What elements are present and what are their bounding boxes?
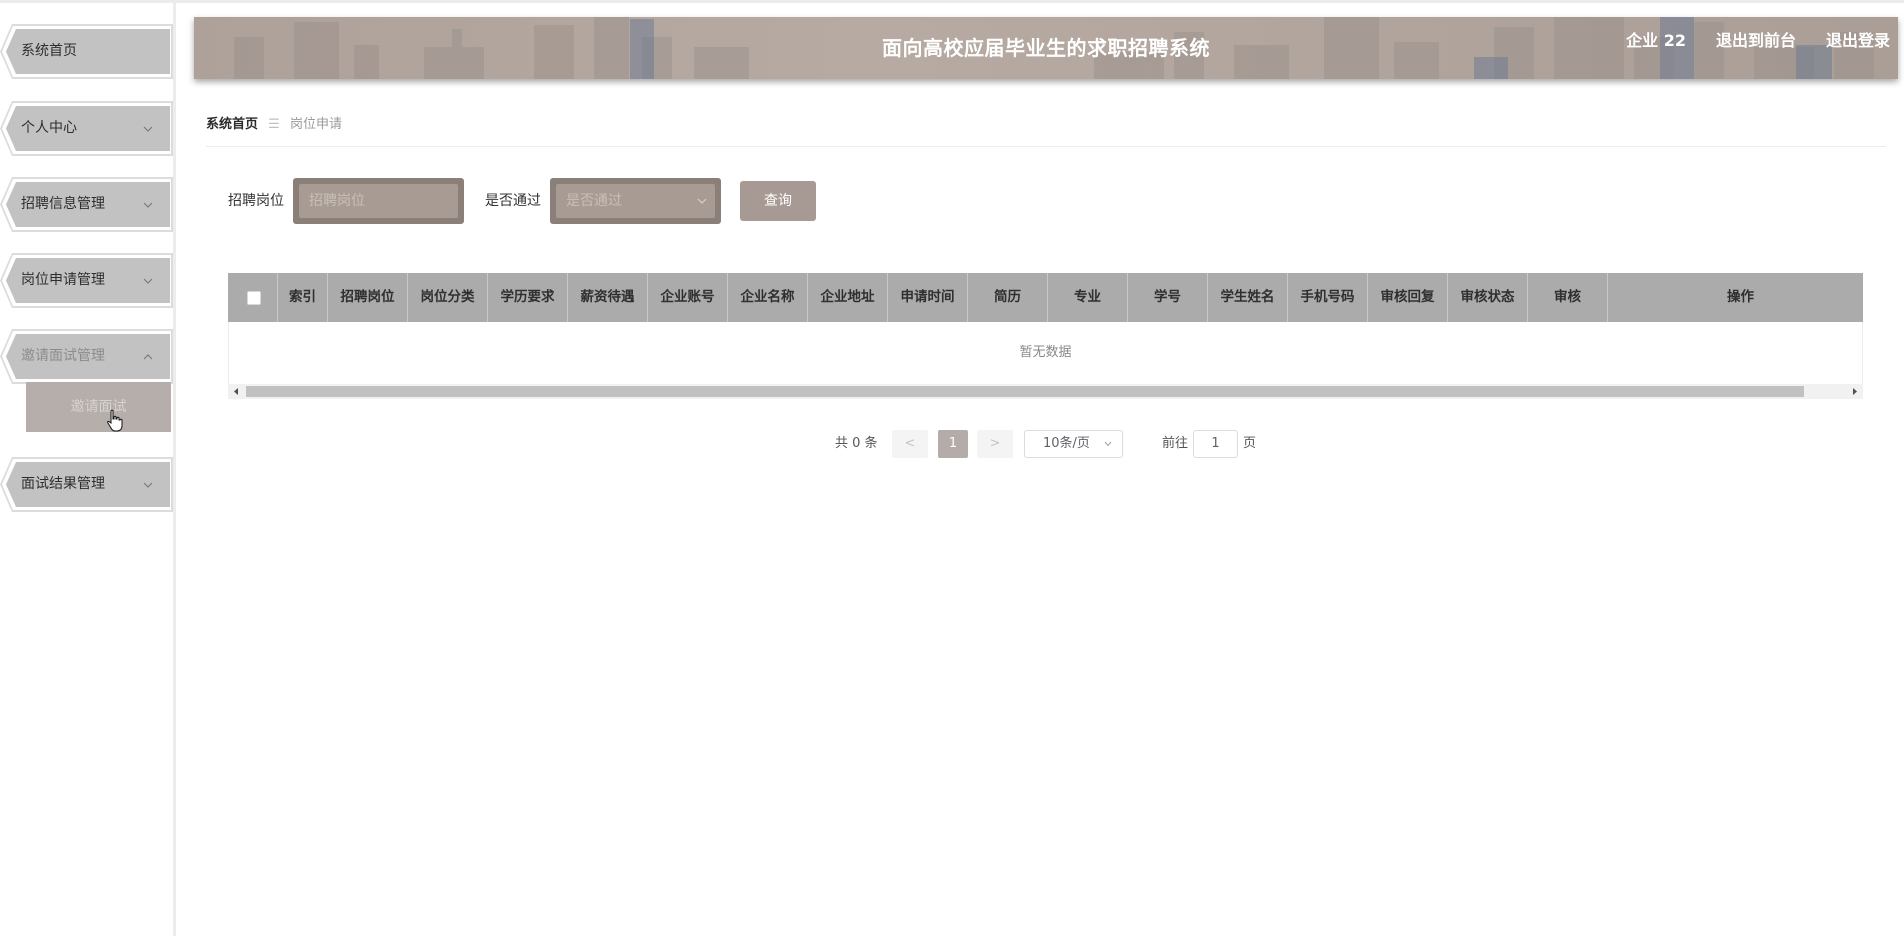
column-header-position: 招聘岗位 — [328, 273, 408, 322]
scroll-right-icon[interactable] — [1850, 387, 1859, 396]
chevron-down-icon — [143, 482, 153, 488]
breadcrumb-separator: ☰ — [268, 117, 280, 132]
approved-label: 是否通过 — [485, 193, 541, 209]
chevron-down-icon — [143, 278, 153, 284]
breadcrumb-home[interactable]: 系统首页 — [206, 117, 258, 132]
page-suffix: 页 — [1243, 436, 1257, 451]
sidebar-item-label: 系统首页 — [21, 43, 77, 59]
logout-link[interactable]: 退出登录 — [1826, 17, 1890, 65]
sidebar-item-label: 邀请面试管理 — [21, 348, 105, 364]
position-input-placeholder: 招聘岗位 — [299, 184, 458, 218]
page-size-value: 10条/页 — [1043, 436, 1090, 451]
page-size-select[interactable]: 10条/页 — [1024, 430, 1123, 458]
submenu-item-interview-invite[interactable]: 邀请面试 — [26, 382, 171, 432]
sidebar-item-label: 招聘信息管理 — [21, 196, 105, 212]
sidebar-item-recruitment-info[interactable]: 招聘信息管理 — [0, 177, 176, 232]
header-banner: 面向高校应届毕业生的求职招聘系统 企业 22 退出到前台 退出登录 — [194, 17, 1898, 79]
next-page-button[interactable]: > — [977, 430, 1013, 458]
column-header-company-address: 企业地址 — [808, 273, 888, 322]
sidebar-item-interview-result[interactable]: 面试结果管理 — [0, 457, 176, 512]
checkbox-icon — [247, 291, 261, 305]
column-header-phone: 手机号码 — [1288, 273, 1368, 322]
column-header-review: 审核 — [1528, 273, 1608, 322]
table-header: 索引 招聘岗位 岗位分类 学历要求 薪资待遇 企业账号 企业名称 企业地址 申请… — [228, 273, 1863, 322]
position-label: 招聘岗位 — [228, 193, 284, 209]
query-button[interactable]: 查询 — [740, 181, 816, 221]
sidebar-item-personal-center[interactable]: 个人中心 — [0, 101, 176, 156]
header-user-actions: 企业 22 退出到前台 退出登录 — [1626, 17, 1890, 65]
column-header-company-name: 企业名称 — [728, 273, 808, 322]
approved-select-placeholder: 是否通过 — [556, 184, 715, 218]
column-header-review-reply: 审核回复 — [1368, 273, 1448, 322]
sidebar-item-label: 面试结果管理 — [21, 476, 105, 492]
column-header-education: 学历要求 — [488, 273, 568, 322]
chevron-down-icon — [143, 202, 153, 208]
sidebar-item-job-application[interactable]: 岗位申请管理 — [0, 253, 176, 308]
scrollbar-thumb[interactable] — [246, 386, 1804, 397]
column-header-category: 岗位分类 — [408, 273, 488, 322]
empty-text: 暂无数据 — [1019, 345, 1072, 360]
column-header-student-id: 学号 — [1128, 273, 1208, 322]
sidebar: 系统首页 个人中心 招聘信息管理 岗位申请管理 邀请面试管理 邀请面试 面试结果… — [0, 3, 176, 936]
current-user: 企业 22 — [1626, 31, 1686, 50]
column-header-salary: 薪资待遇 — [568, 273, 648, 322]
column-header-apply-time: 申请时间 — [888, 273, 968, 322]
horizontal-scrollbar[interactable] — [228, 384, 1863, 399]
column-header-student-name: 学生姓名 — [1208, 273, 1288, 322]
sidebar-item-home[interactable]: 系统首页 — [0, 24, 176, 79]
table-body: 暂无数据 — [228, 322, 1863, 384]
prev-page-button[interactable]: < — [892, 430, 928, 458]
approved-select[interactable]: 是否通过 — [550, 178, 721, 224]
breadcrumb-current: 岗位申请 — [289, 117, 342, 132]
goto-page-input[interactable]: 1 — [1193, 430, 1238, 458]
goto-label: 前往 — [1162, 436, 1189, 451]
position-input[interactable]: 招聘岗位 — [293, 178, 464, 224]
top-border — [0, 0, 1904, 3]
column-header-actions: 操作 — [1727, 289, 1754, 305]
column-header-resume: 简历 — [968, 273, 1048, 322]
hand-cursor-icon — [107, 409, 123, 432]
caret-down-icon — [1104, 441, 1112, 447]
column-header-major: 专业 — [1048, 273, 1128, 322]
divider — [206, 146, 1886, 147]
select-all-checkbox[interactable] — [228, 273, 278, 322]
back-to-front-link[interactable]: 退出到前台 — [1716, 17, 1796, 65]
sidebar-item-label: 岗位申请管理 — [21, 272, 105, 288]
page-number-button[interactable]: 1 — [938, 430, 968, 458]
column-header-index: 索引 — [278, 273, 328, 322]
breadcrumb: 系统首页 ☰ 岗位申请 — [206, 116, 342, 134]
chevron-down-icon — [143, 126, 153, 132]
column-header-review-status: 审核状态 — [1448, 273, 1528, 322]
column-header-company-account: 企业账号 — [648, 273, 728, 322]
caret-down-icon — [697, 198, 707, 204]
chevron-up-icon — [143, 354, 153, 360]
scroll-left-icon[interactable] — [232, 387, 241, 396]
sidebar-item-interview-invite[interactable]: 邀请面试管理 — [0, 329, 176, 384]
pagination-total: 共 0 条 — [835, 436, 878, 451]
sidebar-item-label: 个人中心 — [21, 120, 77, 136]
